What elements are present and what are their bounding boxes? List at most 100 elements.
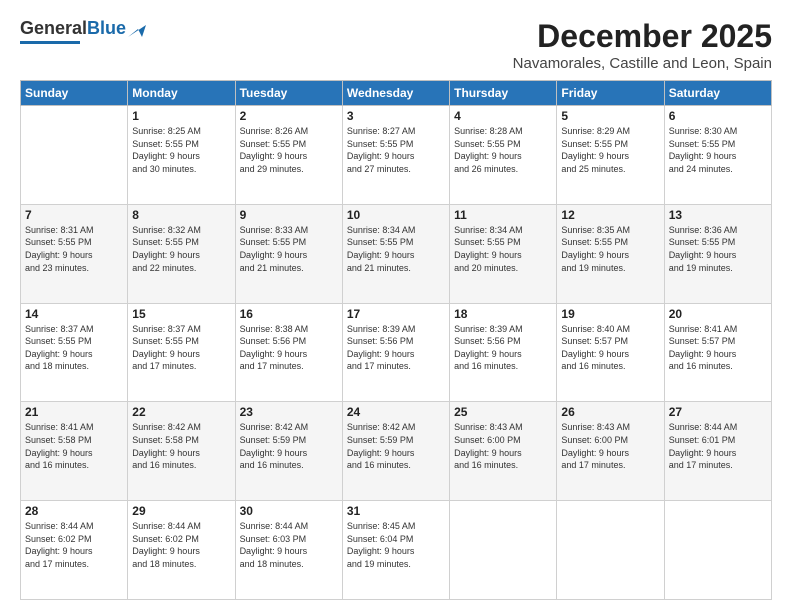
- day-info: Sunrise: 8:41 AM Sunset: 5:57 PM Dayligh…: [669, 323, 767, 373]
- day-cell: 19 Sunrise: 8:40 AM Sunset: 5:57 PM Dayli…: [557, 303, 664, 402]
- day-cell: 25Sunrise: 8:43 AM Sunset: 6:00 PM Dayli…: [450, 402, 557, 501]
- day-info: Sunrise: 8:35 AM Sunset: 5:55 PM Dayligh…: [561, 224, 659, 274]
- day-info: Sunrise: 8:39 AM Sunset: 5:56 PM Dayligh…: [347, 323, 445, 373]
- day-cell: 27 Sunrise: 8:44 AM Sunset: 6:01 PM Dayli…: [664, 402, 771, 501]
- col-header-saturday: Saturday: [664, 81, 771, 106]
- day-number: 3: [347, 109, 445, 123]
- col-header-sunday: Sunday: [21, 81, 128, 106]
- day-info: Sunrise: 8:26 AM Sunset: 5:55 PM Dayligh…: [240, 125, 338, 175]
- logo-general: GeneralBlue: [20, 18, 126, 39]
- day-cell: 6Sunrise: 8:30 AM Sunset: 5:55 PM Daylig…: [664, 106, 771, 205]
- day-info: Sunrise: 8:44 AM Sunset: 6:01 PM Dayligh…: [669, 421, 767, 471]
- day-info: Sunrise: 8:38 AM Sunset: 5:56 PM Dayligh…: [240, 323, 338, 373]
- day-number: 21: [25, 405, 123, 419]
- day-info: Sunrise: 8:43 AM Sunset: 6:00 PM Dayligh…: [454, 421, 552, 471]
- day-cell: 31 Sunrise: 8:45 AM Sunset: 6:04 PM Dayli…: [342, 501, 449, 600]
- day-number: 8: [132, 208, 230, 222]
- day-info: Sunrise: 8:37 AM Sunset: 5:55 PM Dayligh…: [25, 323, 123, 373]
- day-cell: 8 Sunrise: 8:32 AM Sunset: 5:55 PM Daylig…: [128, 204, 235, 303]
- day-cell: 3 Sunrise: 8:27 AM Sunset: 5:55 PM Daylig…: [342, 106, 449, 205]
- logo-bird-icon: [128, 21, 146, 37]
- page: GeneralBlue December 2025 Navamorales, C…: [0, 0, 792, 612]
- day-info: Sunrise: 8:36 AM Sunset: 5:55 PM Dayligh…: [669, 224, 767, 274]
- day-info: Sunrise: 8:32 AM Sunset: 5:55 PM Dayligh…: [132, 224, 230, 274]
- day-info: Sunrise: 8:37 AM Sunset: 5:55 PM Dayligh…: [132, 323, 230, 373]
- day-number: 28: [25, 504, 123, 518]
- day-number: 4: [454, 109, 552, 123]
- title-block: December 2025 Navamorales, Castille and …: [513, 18, 772, 72]
- week-row-1: 1Sunrise: 8:25 AM Sunset: 5:55 PM Daylig…: [21, 106, 772, 205]
- day-number: 23: [240, 405, 338, 419]
- day-number: 14: [25, 307, 123, 321]
- day-cell: [450, 501, 557, 600]
- day-number: 13: [669, 208, 767, 222]
- day-info: Sunrise: 8:44 AM Sunset: 6:02 PM Dayligh…: [132, 520, 230, 570]
- day-cell: [21, 106, 128, 205]
- day-number: 2: [240, 109, 338, 123]
- day-number: 24: [347, 405, 445, 419]
- day-info: Sunrise: 8:33 AM Sunset: 5:55 PM Dayligh…: [240, 224, 338, 274]
- day-info: Sunrise: 8:31 AM Sunset: 5:55 PM Dayligh…: [25, 224, 123, 274]
- day-cell: 2 Sunrise: 8:26 AM Sunset: 5:55 PM Daylig…: [235, 106, 342, 205]
- calendar-table: SundayMondayTuesdayWednesdayThursdayFrid…: [20, 80, 772, 600]
- day-cell: 11Sunrise: 8:34 AM Sunset: 5:55 PM Dayli…: [450, 204, 557, 303]
- day-cell: 4 Sunrise: 8:28 AM Sunset: 5:55 PM Daylig…: [450, 106, 557, 205]
- day-info: Sunrise: 8:34 AM Sunset: 5:55 PM Dayligh…: [454, 224, 552, 274]
- day-cell: 14 Sunrise: 8:37 AM Sunset: 5:55 PM Dayli…: [21, 303, 128, 402]
- day-number: 19: [561, 307, 659, 321]
- logo: GeneralBlue: [20, 18, 146, 44]
- day-cell: 10Sunrise: 8:34 AM Sunset: 5:55 PM Dayli…: [342, 204, 449, 303]
- location-title: Navamorales, Castille and Leon, Spain: [513, 55, 772, 72]
- day-cell: 9 Sunrise: 8:33 AM Sunset: 5:55 PM Daylig…: [235, 204, 342, 303]
- day-info: Sunrise: 8:27 AM Sunset: 5:55 PM Dayligh…: [347, 125, 445, 175]
- day-cell: 29Sunrise: 8:44 AM Sunset: 6:02 PM Dayli…: [128, 501, 235, 600]
- day-info: Sunrise: 8:39 AM Sunset: 5:56 PM Dayligh…: [454, 323, 552, 373]
- logo-underline: [20, 41, 80, 44]
- col-header-wednesday: Wednesday: [342, 81, 449, 106]
- day-number: 9: [240, 208, 338, 222]
- day-info: Sunrise: 8:29 AM Sunset: 5:55 PM Dayligh…: [561, 125, 659, 175]
- day-number: 30: [240, 504, 338, 518]
- day-info: Sunrise: 8:42 AM Sunset: 5:59 PM Dayligh…: [347, 421, 445, 471]
- day-info: Sunrise: 8:45 AM Sunset: 6:04 PM Dayligh…: [347, 520, 445, 570]
- day-cell: [664, 501, 771, 600]
- day-number: 27: [669, 405, 767, 419]
- col-header-friday: Friday: [557, 81, 664, 106]
- col-header-thursday: Thursday: [450, 81, 557, 106]
- day-info: Sunrise: 8:44 AM Sunset: 6:03 PM Dayligh…: [240, 520, 338, 570]
- col-header-monday: Monday: [128, 81, 235, 106]
- day-number: 20: [669, 307, 767, 321]
- day-number: 26: [561, 405, 659, 419]
- day-cell: 1Sunrise: 8:25 AM Sunset: 5:55 PM Daylig…: [128, 106, 235, 205]
- day-number: 12: [561, 208, 659, 222]
- day-info: Sunrise: 8:43 AM Sunset: 6:00 PM Dayligh…: [561, 421, 659, 471]
- day-number: 31: [347, 504, 445, 518]
- day-cell: 26 Sunrise: 8:43 AM Sunset: 6:00 PM Dayli…: [557, 402, 664, 501]
- day-cell: 20 Sunrise: 8:41 AM Sunset: 5:57 PM Dayli…: [664, 303, 771, 402]
- week-row-3: 14 Sunrise: 8:37 AM Sunset: 5:55 PM Dayli…: [21, 303, 772, 402]
- header: GeneralBlue December 2025 Navamorales, C…: [20, 18, 772, 72]
- week-row-4: 21 Sunrise: 8:41 AM Sunset: 5:58 PM Dayli…: [21, 402, 772, 501]
- day-cell: 7Sunrise: 8:31 AM Sunset: 5:55 PM Daylig…: [21, 204, 128, 303]
- day-info: Sunrise: 8:41 AM Sunset: 5:58 PM Dayligh…: [25, 421, 123, 471]
- day-cell: 22Sunrise: 8:42 AM Sunset: 5:58 PM Dayli…: [128, 402, 235, 501]
- day-number: 16: [240, 307, 338, 321]
- day-cell: 15 Sunrise: 8:37 AM Sunset: 5:55 PM Dayli…: [128, 303, 235, 402]
- day-cell: 23 Sunrise: 8:42 AM Sunset: 5:59 PM Dayli…: [235, 402, 342, 501]
- day-info: Sunrise: 8:30 AM Sunset: 5:55 PM Dayligh…: [669, 125, 767, 175]
- header-row: SundayMondayTuesdayWednesdayThursdayFrid…: [21, 81, 772, 106]
- day-info: Sunrise: 8:40 AM Sunset: 5:57 PM Dayligh…: [561, 323, 659, 373]
- day-number: 18: [454, 307, 552, 321]
- day-number: 15: [132, 307, 230, 321]
- day-info: Sunrise: 8:44 AM Sunset: 6:02 PM Dayligh…: [25, 520, 123, 570]
- day-cell: 13 Sunrise: 8:36 AM Sunset: 5:55 PM Dayli…: [664, 204, 771, 303]
- day-info: Sunrise: 8:42 AM Sunset: 5:59 PM Dayligh…: [240, 421, 338, 471]
- day-cell: 30 Sunrise: 8:44 AM Sunset: 6:03 PM Dayli…: [235, 501, 342, 600]
- day-cell: 28 Sunrise: 8:44 AM Sunset: 6:02 PM Dayli…: [21, 501, 128, 600]
- day-info: Sunrise: 8:28 AM Sunset: 5:55 PM Dayligh…: [454, 125, 552, 175]
- month-title: December 2025: [513, 18, 772, 55]
- day-cell: 18 Sunrise: 8:39 AM Sunset: 5:56 PM Dayli…: [450, 303, 557, 402]
- day-number: 10: [347, 208, 445, 222]
- week-row-5: 28 Sunrise: 8:44 AM Sunset: 6:02 PM Dayli…: [21, 501, 772, 600]
- day-cell: 24 Sunrise: 8:42 AM Sunset: 5:59 PM Dayli…: [342, 402, 449, 501]
